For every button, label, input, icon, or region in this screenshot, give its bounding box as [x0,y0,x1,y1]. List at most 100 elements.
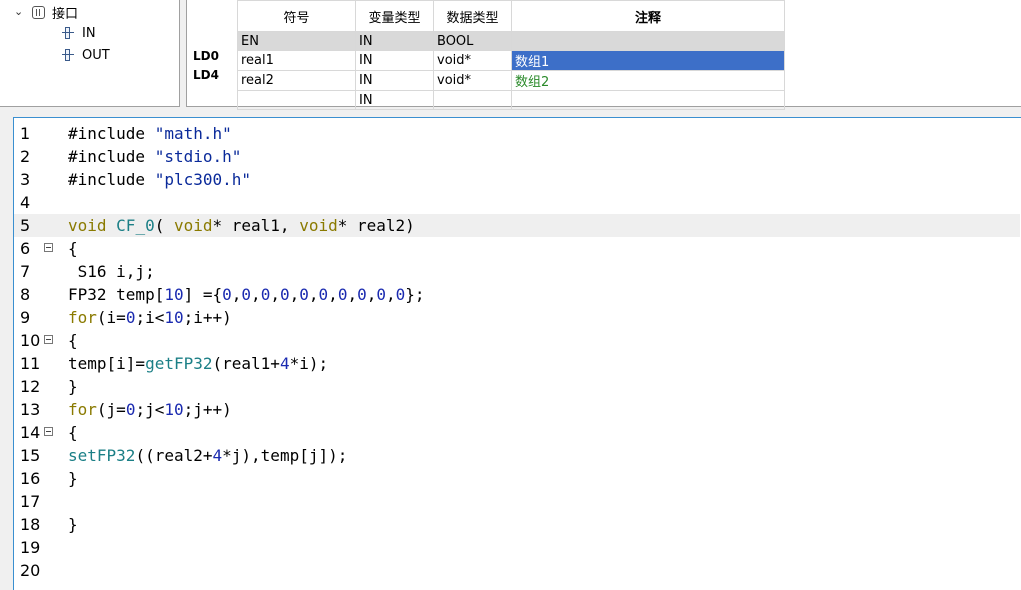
interface-tree: ⌄ 接口 IN OUT [0,0,180,107]
tree-node-out[interactable]: OUT [62,45,110,65]
cell-var-type[interactable]: IN [355,90,434,110]
code-text[interactable]: #include "math.h" [68,122,232,145]
line-number: 18 [20,515,41,534]
line-number: 6 [20,239,31,258]
table-row[interactable]: real2 IN void* 数组2 [237,70,785,91]
fold-toggle-icon[interactable] [44,427,53,436]
code-line[interactable]: 6{ [14,237,1020,260]
cell-comment[interactable]: 数组2 [511,70,785,91]
code-text[interactable]: setFP32((real2+4*j),temp[j]); [68,444,347,467]
tree-node-label: OUT [82,47,110,63]
code-line[interactable]: 15 setFP32((real2+4*j),temp[j]); [14,444,1020,467]
code-text[interactable]: void CF_0( void* real1, void* real2) [68,214,415,237]
column-header-var-type[interactable]: 变量类型 [355,0,434,32]
line-number: 4 [20,193,31,212]
row-label: LD4 [193,68,219,80]
variable-table-panel: LD0 LD4 符号 变量类型 数据类型 注释 EN IN BOOL real1… [186,0,1021,110]
code-line[interactable]: 2 #include "stdio.h" [14,145,1020,168]
code-text[interactable]: } [68,375,78,398]
code-text[interactable]: } [68,467,78,490]
pin-icon [62,26,74,40]
line-number: 10 [20,331,41,350]
code-line[interactable]: 14 { [14,421,1020,444]
code-line[interactable]: 20 [14,559,1020,582]
code-line[interactable]: 4 [14,191,1020,214]
line-number: 20 [20,561,41,580]
code-line[interactable]: 12} [14,375,1020,398]
chevron-down-icon[interactable]: ⌄ [14,6,24,17]
interface-icon [32,5,45,19]
code-text[interactable]: for(j=0;j<10;j++) [68,398,232,421]
code-text[interactable]: } [68,513,78,536]
code-text[interactable]: { [68,329,78,352]
column-header-symbol[interactable]: 符号 [237,0,356,32]
code-line[interactable]: 19 [14,536,1020,559]
cell-symbol[interactable]: real2 [237,70,356,91]
line-number: 8 [20,285,31,304]
code-text[interactable]: { [68,237,78,260]
line-number: 7 [20,262,31,281]
line-number: 13 [20,400,41,419]
code-text[interactable]: S16 i,j; [68,260,155,283]
fold-toggle-icon[interactable] [44,335,53,344]
code-line[interactable]: 11 temp[i]=getFP32(real1+4*i); [14,352,1020,375]
code-line[interactable]: 9 for(i=0;i<10;i++) [14,306,1020,329]
cell-comment[interactable]: 数组1 [511,50,785,71]
cell-var-type[interactable]: IN [355,70,434,91]
line-number: 17 [20,492,41,511]
line-number: 19 [20,538,41,557]
cell-data-type[interactable] [433,90,512,110]
code-line[interactable]: 5 void CF_0( void* real1, void* real2) [14,214,1020,237]
column-header-comment[interactable]: 注释 [511,0,785,32]
line-number: 14 [20,423,41,442]
code-line[interactable]: 7 S16 i,j; [14,260,1020,283]
cell-data-type[interactable]: void* [433,50,512,71]
code-editor[interactable]: 1 #include "math.h" 2 #include "stdio.h" 3 #i… [13,117,1021,590]
cell-symbol[interactable]: EN [237,31,356,51]
line-number: 2 [20,147,31,166]
line-number: 1 [20,124,31,143]
cell-var-type[interactable]: IN [355,50,434,71]
cell-comment[interactable] [511,31,785,51]
table-header-row: 符号 变量类型 数据类型 注释 [237,0,785,32]
code-text[interactable]: for(i=0;i<10;i++) [68,306,232,329]
code-line[interactable]: 13 for(j=0;j<10;j++) [14,398,1020,421]
cell-data-type[interactable]: void* [433,70,512,91]
cell-symbol[interactable] [237,90,356,110]
code-text[interactable]: temp[i]=getFP32(real1+4*i); [68,352,328,375]
cell-symbol[interactable]: real1 [237,50,356,71]
column-header-data-type[interactable]: 数据类型 [433,0,512,32]
pin-icon [62,48,74,62]
cell-comment[interactable] [511,90,785,110]
code-line[interactable]: 1 #include "math.h" [14,122,1020,145]
code-text[interactable]: #include "plc300.h" [68,168,251,191]
line-number: 3 [20,170,31,189]
line-number: 9 [20,308,31,327]
code-line[interactable]: 10 { [14,329,1020,352]
code-text[interactable]: FP32 temp[10] ={0,0,0,0,0,0,0,0,0,0}; [68,283,425,306]
row-label: LD0 [193,49,219,63]
code-line[interactable]: 16} [14,467,1020,490]
table-row[interactable]: EN IN BOOL [237,31,785,51]
code-line[interactable]: 3 #include "plc300.h" [14,168,1020,191]
line-number: 11 [20,354,41,373]
tree-node-label: 接口 [52,6,79,22]
table-row[interactable]: real1 IN void* 数组1 [237,50,785,71]
cell-data-type[interactable]: BOOL [433,31,512,51]
code-line[interactable]: 18} [14,513,1020,536]
code-line[interactable]: 8 FP32 temp[10] ={0,0,0,0,0,0,0,0,0,0}; [14,283,1020,306]
table-row[interactable]: IN [237,90,785,110]
fold-toggle-icon[interactable] [44,243,53,252]
line-number: 5 [20,216,31,235]
tree-node-label: IN [82,25,96,41]
code-line[interactable]: 17 [14,490,1020,513]
line-number: 16 [20,469,41,488]
line-number: 15 [20,446,41,465]
tree-node-in[interactable]: IN [62,23,96,43]
line-number: 12 [20,377,41,396]
variable-table: 符号 变量类型 数据类型 注释 EN IN BOOL real1 IN void… [237,0,785,110]
cell-var-type[interactable]: IN [355,31,434,51]
tree-node-interface[interactable]: ⌄ 接口 [14,2,78,22]
code-text[interactable]: { [68,421,78,444]
code-text[interactable]: #include "stdio.h" [68,145,241,168]
